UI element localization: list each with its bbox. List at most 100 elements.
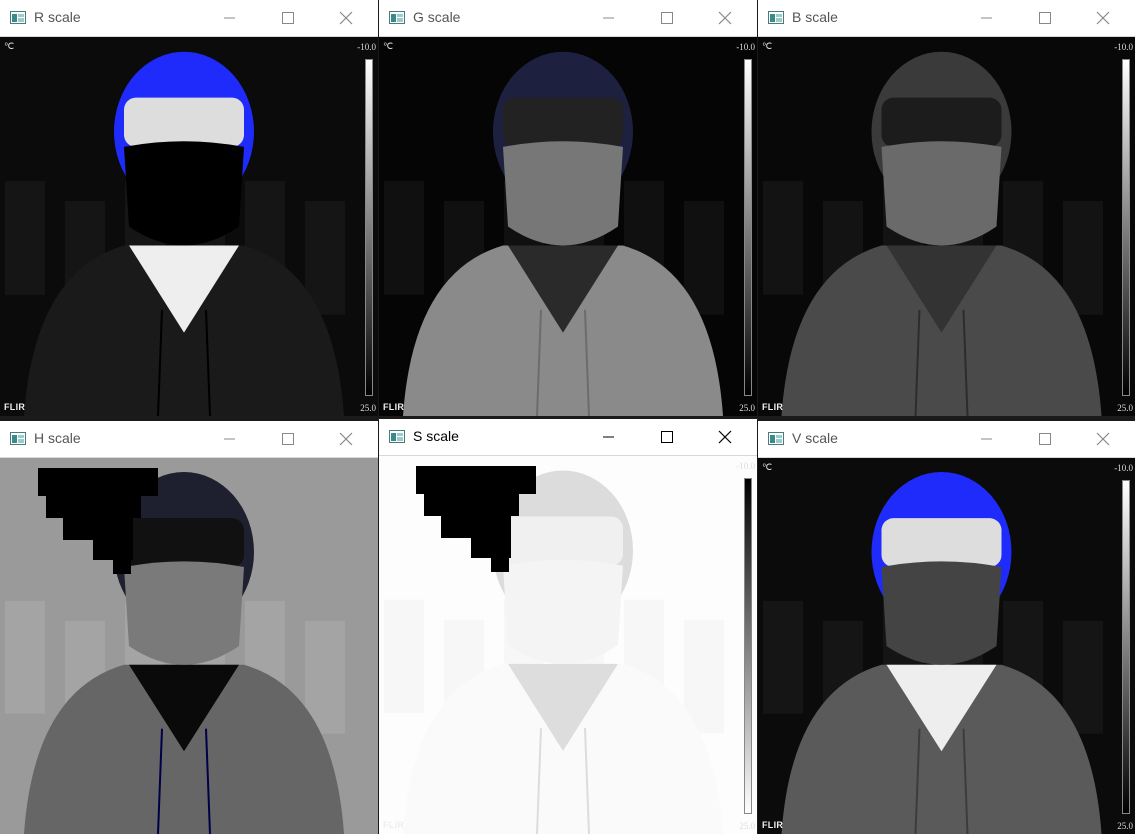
scale-min-label: 25.0: [1117, 403, 1133, 413]
close-button[interactable]: [332, 4, 360, 32]
maximize-button[interactable]: [653, 423, 681, 451]
close-button[interactable]: [1089, 425, 1117, 453]
scale-max-label: -10.0: [736, 42, 755, 52]
temperature-unit: ℃: [4, 41, 15, 51]
thermal-figure: [384, 51, 724, 416]
scale-min-label: 25.0: [739, 403, 755, 413]
scale-min-label: 25.0: [360, 403, 376, 413]
minimize-button[interactable]: [216, 4, 244, 32]
thermal-figure: [763, 51, 1103, 416]
eye-band: [124, 518, 244, 568]
close-button[interactable]: [332, 425, 360, 453]
thermal-image: -10.0 25.0 FLIR: [379, 456, 757, 834]
temperature-unit: ℃: [762, 41, 773, 51]
temperature-scale-bar: [1122, 480, 1130, 814]
minimize-button[interactable]: [216, 425, 244, 453]
quantized-patch: [46, 496, 141, 518]
window-app-icon: [389, 11, 405, 24]
thermal-image: ℃ -10.0 25.0 FLIR: [379, 37, 757, 416]
thermal-image: [0, 458, 378, 834]
title-bar[interactable]: S scale: [379, 419, 757, 456]
thermal-figure: [5, 51, 345, 416]
maximize-button[interactable]: [274, 425, 302, 453]
scale-max-label: -10.0: [1114, 42, 1133, 52]
window-title: H scale: [34, 430, 81, 446]
temperature-scale-bar: [744, 478, 752, 814]
quantized-patch: [416, 466, 536, 494]
scale-max-label: -10.0: [736, 461, 755, 471]
scale-max-label: -10.0: [1114, 463, 1133, 473]
temperature-scale-bar: [1122, 59, 1130, 396]
thermal-figure: [763, 472, 1103, 834]
title-bar[interactable]: V scale: [758, 421, 1135, 458]
quantized-patch: [38, 468, 158, 496]
maximize-button[interactable]: [1031, 425, 1059, 453]
window-g-scale[interactable]: G scale ℃ -10.0 25.0 FLIR: [379, 0, 757, 416]
face-mask: [124, 561, 244, 665]
scale-min-label: 25.0: [1117, 821, 1133, 831]
minimize-button[interactable]: [973, 425, 1001, 453]
face-mask: [503, 559, 623, 664]
maximize-button[interactable]: [653, 4, 681, 32]
close-button[interactable]: [711, 423, 739, 451]
thermal-figure: [384, 466, 724, 834]
face-mask: [503, 141, 623, 246]
maximize-button[interactable]: [274, 4, 302, 32]
eye-band: [124, 97, 244, 147]
close-button[interactable]: [711, 4, 739, 32]
window-app-icon: [10, 11, 26, 24]
quantized-patch: [63, 518, 133, 540]
face-mask: [124, 141, 244, 246]
eye-band: [881, 97, 1002, 147]
window-app-icon: [768, 11, 784, 24]
eye-band: [881, 518, 1002, 568]
title-bar[interactable]: H scale: [0, 421, 378, 458]
flir-logo: FLIR: [383, 402, 405, 412]
minimize-button[interactable]: [595, 423, 623, 451]
window-title: G scale: [413, 9, 461, 25]
window-app-icon: [10, 432, 26, 445]
maximize-button[interactable]: [1031, 4, 1059, 32]
quantized-patch: [441, 516, 511, 538]
thermal-figure: [5, 468, 345, 834]
eye-band: [503, 97, 623, 147]
thermal-image: ℃ -10.0 25.0 FLIR: [758, 37, 1135, 416]
scale-min-label: 25.0: [739, 821, 755, 831]
window-app-icon: [768, 432, 784, 445]
flir-logo: FLIR: [762, 402, 784, 412]
face-mask: [881, 561, 1002, 665]
window-title: V scale: [792, 430, 838, 446]
flir-logo: FLIR: [762, 820, 784, 830]
quantized-patch: [93, 540, 133, 560]
window-v-scale[interactable]: V scale ℃ -10.0 25.0 FLIR: [758, 421, 1135, 834]
flir-logo: FLIR: [383, 820, 405, 830]
quantized-patch: [471, 538, 511, 558]
temperature-scale-bar: [365, 59, 373, 396]
quantized-patch: [491, 558, 509, 572]
temperature-scale-bar: [744, 59, 752, 396]
window-b-scale[interactable]: B scale ℃ -10.0 25.0 FLIR: [758, 0, 1135, 416]
eye-band: [503, 516, 623, 566]
quantized-patch: [113, 560, 131, 574]
quantized-patch: [424, 494, 519, 516]
face-mask: [881, 141, 1002, 246]
window-r-scale[interactable]: R scale ℃ -10.0 25.0 FLIR: [0, 0, 378, 416]
minimize-button[interactable]: [973, 4, 1001, 32]
title-bar[interactable]: B scale: [758, 0, 1135, 37]
window-app-icon: [389, 430, 405, 443]
thermal-image: ℃ -10.0 25.0 FLIR: [758, 458, 1135, 834]
window-title: S scale: [413, 428, 459, 444]
title-bar[interactable]: R scale: [0, 0, 378, 37]
window-h-scale[interactable]: H scale: [0, 421, 378, 834]
thermal-image: ℃ -10.0 25.0 FLIR: [0, 37, 378, 416]
title-bar[interactable]: G scale: [379, 0, 757, 37]
temperature-unit: ℃: [383, 41, 394, 51]
close-button[interactable]: [1089, 4, 1117, 32]
temperature-unit: ℃: [762, 462, 773, 472]
window-s-scale[interactable]: S scale -10.0 25.0 FLIR: [379, 419, 757, 834]
minimize-button[interactable]: [595, 4, 623, 32]
window-title: B scale: [792, 9, 838, 25]
scale-max-label: -10.0: [357, 42, 376, 52]
flir-logo: FLIR: [4, 402, 26, 412]
window-title: R scale: [34, 9, 81, 25]
